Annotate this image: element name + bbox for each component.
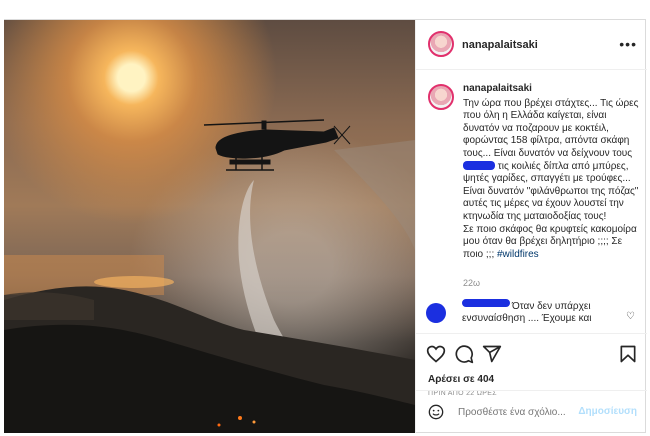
post-button[interactable]: Δημοσίευση	[578, 406, 637, 417]
comment-text: Όταν δεν υπάρχει ενσυναίσθηση .... Έχουμ…	[462, 301, 592, 324]
comment-heart-icon[interactable]: ♡	[626, 311, 635, 323]
caption-username[interactable]: nanapalaitsaki	[463, 83, 641, 96]
avatar[interactable]	[428, 31, 454, 57]
share-icon[interactable]	[482, 344, 502, 364]
header-username[interactable]: nanapalaitsaki	[462, 39, 538, 51]
redacted-commenter-avatar[interactable]	[426, 303, 446, 323]
wildfire-scene	[4, 119, 415, 433]
caption-text-part2: τις κοιλιές δίπλα από μπύρες, ψητές γαρί…	[463, 160, 639, 260]
emoji-icon[interactable]	[428, 404, 444, 420]
caption-text-part1: Την ώρα που βρέχει στάχτες... Τις ώρες π…	[463, 97, 639, 159]
likes-count[interactable]: Αρέσει σε 404	[428, 374, 494, 385]
redacted-mark	[463, 161, 495, 171]
post-photo[interactable]	[4, 20, 415, 433]
comment-item: Όταν δεν υπάρχει ενσυναίσθηση .... Έχουμ…	[424, 299, 639, 333]
caption: nanapalaitsaki Την ώρα που βρέχει στάχτε…	[463, 83, 641, 261]
bookmark-icon[interactable]	[618, 344, 638, 364]
caption-avatar[interactable]	[428, 84, 454, 110]
post-side-panel: nanapalaitsaki ••• nanapalaitsaki Την ώρ…	[415, 20, 647, 433]
comment-icon[interactable]	[454, 344, 474, 364]
caption-time: 22ω	[463, 278, 481, 288]
hashtag-link[interactable]: #wildfires	[497, 249, 539, 260]
helicopter-silhouette	[203, 119, 351, 171]
more-icon[interactable]: •••	[619, 36, 637, 52]
heart-icon[interactable]	[426, 344, 446, 364]
comment-input[interactable]	[456, 401, 580, 423]
add-comment-bar: Δημοσίευση	[416, 390, 647, 433]
post-header: nanapalaitsaki •••	[416, 20, 647, 70]
